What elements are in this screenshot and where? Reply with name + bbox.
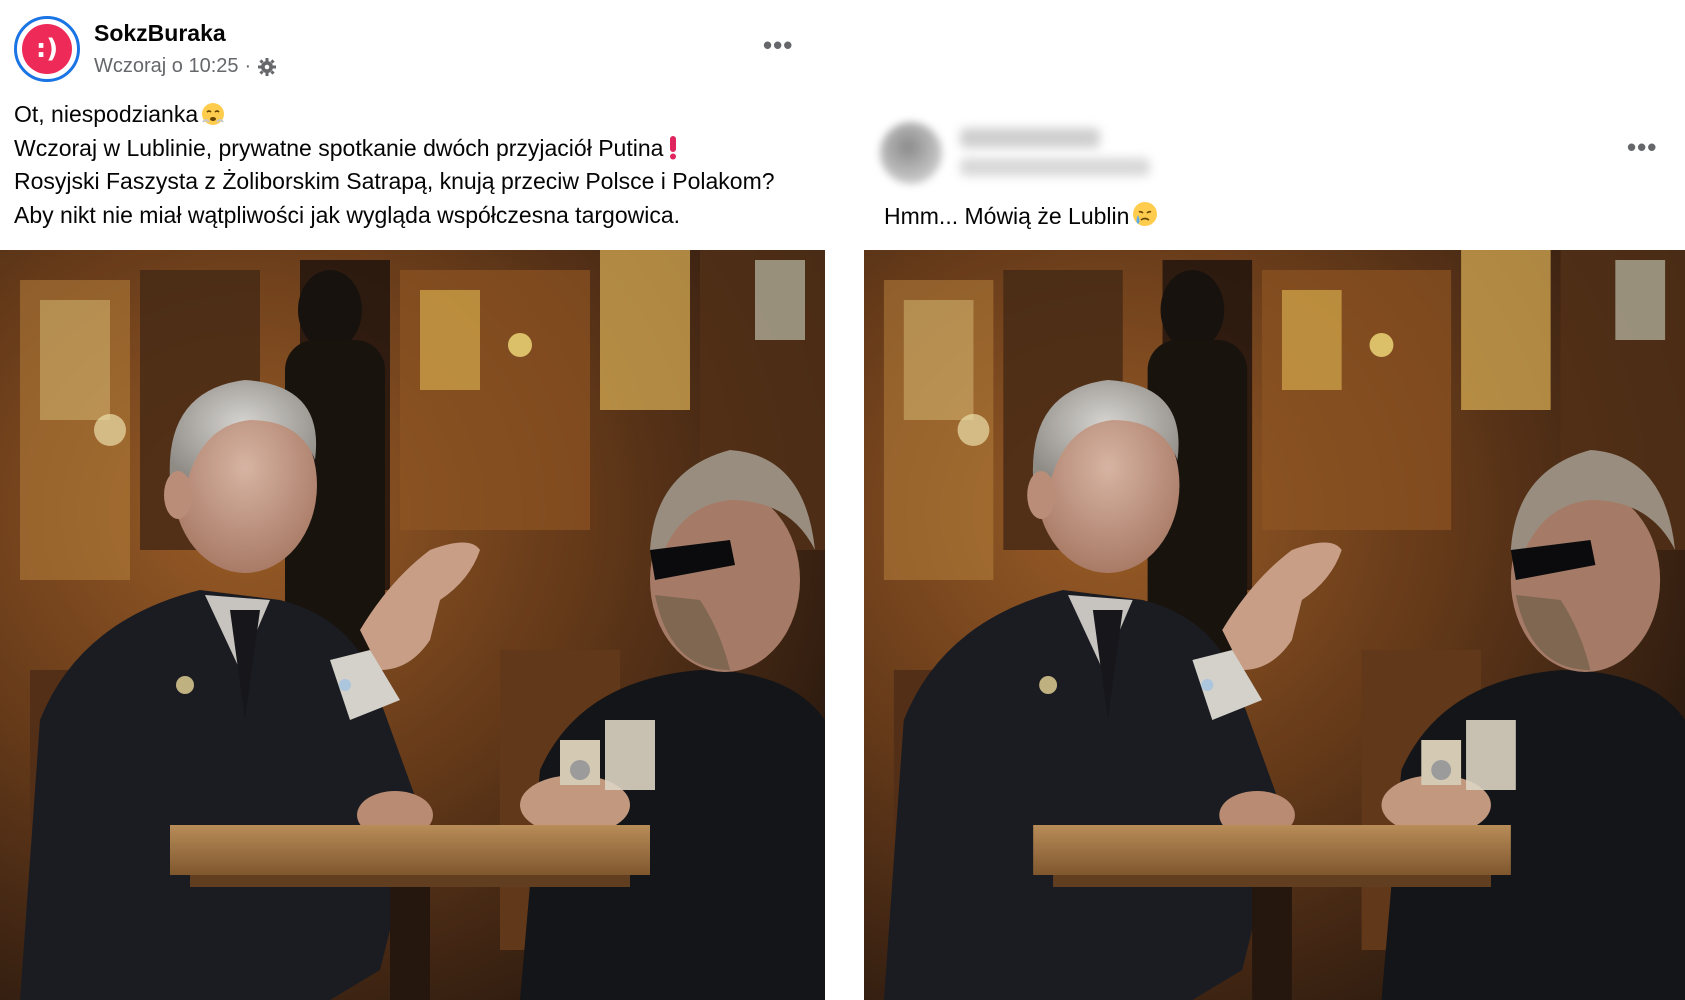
post-meta: Wczoraj o 10:25 · [94, 55, 277, 78]
photo-scene [0, 250, 825, 1000]
post-text: Hmm... Mówią że Lublin [884, 200, 1159, 234]
avatar-logo: :) [22, 24, 72, 74]
more-options-icon[interactable]: ••• [1627, 132, 1657, 163]
post-photo[interactable] [864, 250, 1685, 1000]
blurred-avatar[interactable] [880, 122, 942, 184]
post-right: ••• Hmm... Mówią że Lublin [864, 100, 1685, 1000]
steaming-face-emoji [200, 100, 226, 136]
post-line-1: Ot, niespodzianka [14, 98, 775, 132]
post-header: :) SokzBuraka Wczoraj o 10:25 · [14, 16, 814, 82]
blurred-post-meta [960, 158, 1150, 176]
blurred-author-name[interactable] [960, 128, 1100, 148]
post-line-2: Wczoraj w Lublinie, prywatne spotkanie d… [14, 132, 775, 166]
photo-scene [864, 250, 1685, 1000]
post-line-3: Rosyjski Faszysta z Żoliborskim Satrapą,… [14, 168, 775, 194]
post-photo[interactable] [0, 250, 825, 1000]
more-options-icon[interactable]: ••• [763, 30, 793, 61]
avatar[interactable]: :) [14, 16, 80, 82]
public-gear-icon [257, 57, 277, 77]
post-left: :) SokzBuraka Wczoraj o 10:25 · ••• Ot, … [0, 0, 825, 1000]
author-name[interactable]: SokzBuraka [94, 20, 226, 47]
exclamation-emoji [665, 134, 681, 170]
separator: · [244, 55, 252, 77]
post-text: Ot, niespodzianka Wczoraj w Lublinie, pr… [14, 98, 775, 232]
crying-face-emoji [1131, 200, 1159, 234]
timestamp[interactable]: Wczoraj o 10:25 [94, 55, 239, 78]
post-line-4: Aby nikt nie miał wątpliwości jak wygląd… [14, 201, 681, 228]
